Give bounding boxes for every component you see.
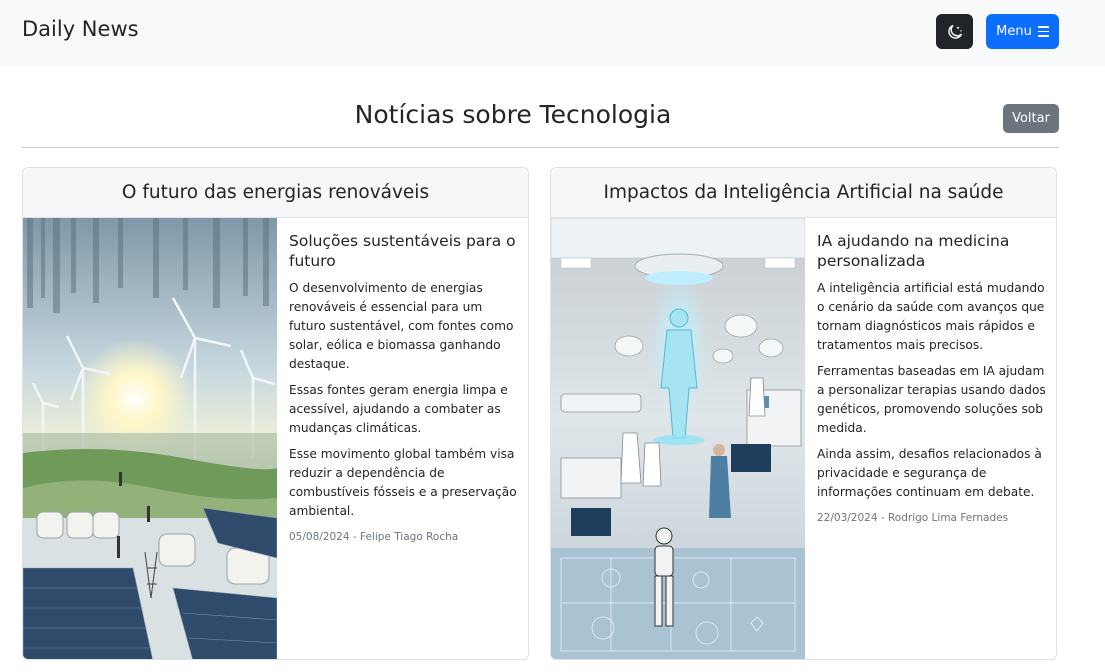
article-title[interactable]: IA ajudando na medicina personalizada <box>817 231 1047 271</box>
renewable-energy-image <box>23 218 277 659</box>
title-divider <box>22 147 1059 148</box>
card-header: O futuro das energias renováveis <box>23 168 528 218</box>
back-button[interactable]: Voltar <box>1003 104 1059 133</box>
hamburger-icon <box>1037 26 1049 37</box>
article-paragraph: Ainda assim, desafios relacionados à pri… <box>817 447 1042 499</box>
article-card-ai-health: Impactos da Inteligência Artificial na s… <box>550 167 1057 660</box>
article-paragraph: Essas fontes geram energia limpa e acess… <box>289 383 508 435</box>
article-title[interactable]: Soluções sustentáveis para o futuro <box>289 231 519 271</box>
article-paragraph: O desenvolvimento de energias renováveis… <box>289 281 514 371</box>
brand-link[interactable]: Daily News <box>22 17 139 41</box>
menu-label: Menu <box>996 24 1032 39</box>
moon-stars-icon <box>947 24 962 39</box>
card-body: Soluções sustentáveis para o futuro O de… <box>289 231 519 543</box>
card-header: Impactos da Inteligência Artificial na s… <box>551 168 1056 218</box>
article-paragraph: Ferramentas baseadas em IA ajudam a pers… <box>817 364 1046 435</box>
article-meta: 22/03/2024 - Rodrigo Lima Fernades <box>817 512 1009 524</box>
article-meta: 05/08/2024 - Felipe Tiago Rocha <box>289 531 459 543</box>
article-card-renewable-energy: O futuro das energias renováveis Soluçõe… <box>22 167 529 660</box>
article-paragraph: Esse movimento global também visa reduzi… <box>289 447 517 518</box>
card-body: IA ajudando na medicina personalizada A … <box>817 231 1047 524</box>
menu-button[interactable]: Menu <box>986 14 1059 49</box>
theme-toggle-button[interactable] <box>936 14 973 49</box>
page-title: Notícias sobre Tecnologia <box>354 100 672 129</box>
ai-health-image <box>551 218 805 659</box>
navbar: Daily News Menu <box>0 0 1105 65</box>
article-paragraph: A inteligência artificial está mudando o… <box>817 281 1045 352</box>
